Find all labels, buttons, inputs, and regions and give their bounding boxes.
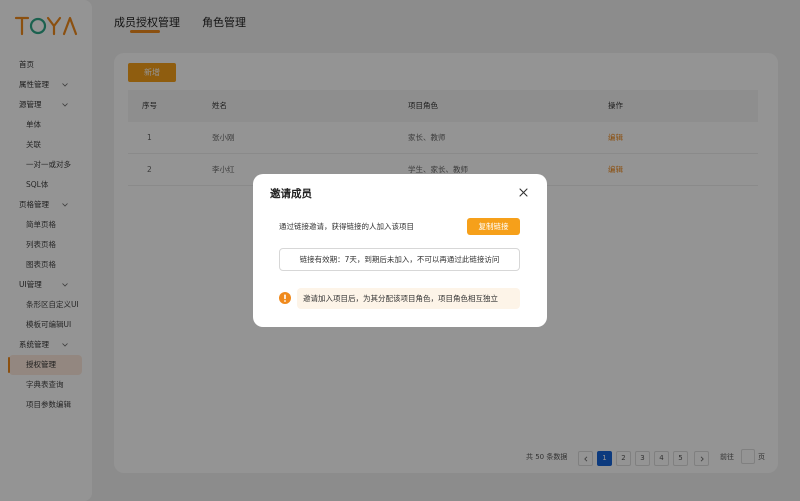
warning-notice: 邀请加入项目后，为其分配该项目角色，项目角色相互独立 xyxy=(297,288,520,309)
invite-description: 通过链接邀请，获得链接的人加入该项目 xyxy=(279,222,414,231)
close-icon[interactable] xyxy=(519,188,528,197)
invite-member-dialog: 邀请成员 通过链接邀请，获得链接的人加入该项目 复制链接 链接有效期：7天，到期… xyxy=(253,174,547,327)
link-validity-box: 链接有效期：7天，到期后未加入，不可以再通过此链接访问 xyxy=(279,248,520,271)
dialog-title: 邀请成员 xyxy=(270,188,312,200)
copy-link-button[interactable]: 复制链接 xyxy=(467,218,520,235)
warning-icon xyxy=(279,292,291,304)
